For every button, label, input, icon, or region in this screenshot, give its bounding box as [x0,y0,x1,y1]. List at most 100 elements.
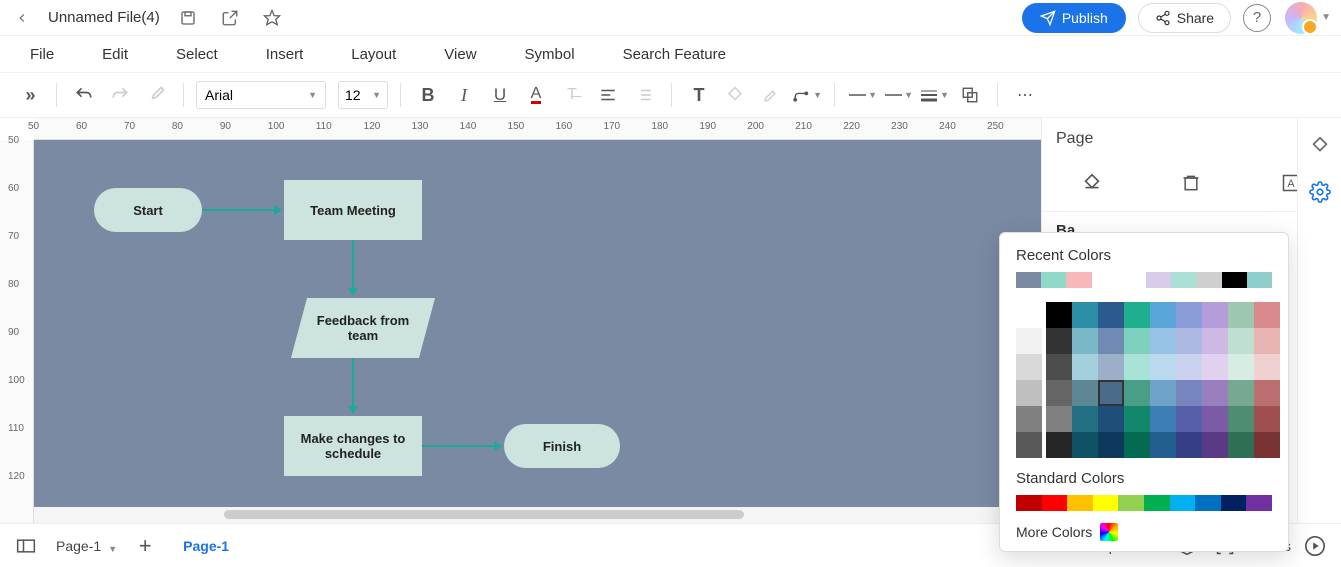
grid-swatch[interactable] [1202,380,1228,406]
menu-search[interactable]: Search Feature [623,46,726,63]
page-tab-active[interactable]: Page-1 [169,538,243,554]
grid-swatch[interactable] [1016,406,1042,432]
menu-insert[interactable]: Insert [266,46,304,63]
grid-swatch[interactable] [1150,302,1176,328]
back-icon[interactable] [10,6,34,30]
shape-fill-icon[interactable] [720,80,750,110]
grid-swatch[interactable] [1228,432,1254,458]
shape-changes[interactable]: Make changes to schedule [284,416,422,476]
position-icon[interactable] [955,80,985,110]
grid-swatch[interactable] [1016,328,1042,354]
grid-swatch[interactable] [1176,302,1202,328]
recent-swatch[interactable] [1247,272,1272,288]
grid-swatch[interactable] [1228,302,1254,328]
standard-swatch[interactable] [1118,495,1144,511]
standard-swatch[interactable] [1170,495,1196,511]
grid-swatch[interactable] [1176,328,1202,354]
menu-select[interactable]: Select [176,46,218,63]
grid-swatch[interactable] [1150,380,1176,406]
recent-swatch[interactable] [1066,272,1091,288]
grid-swatch[interactable] [1046,354,1072,380]
standard-swatch[interactable] [1144,495,1170,511]
star-icon[interactable] [258,4,286,32]
canvas[interactable]: Start Team Meeting Feedback from team Ma… [34,140,1041,507]
list-icon[interactable] [629,80,659,110]
grid-swatch[interactable] [1202,406,1228,432]
grid-swatch[interactable] [1124,354,1150,380]
avatar-caret-icon[interactable]: ▼ [1321,12,1331,23]
publish-button[interactable]: Publish [1022,3,1126,33]
grid-swatch[interactable] [1150,432,1176,458]
grid-swatch[interactable] [1124,380,1150,406]
recent-swatch[interactable] [1016,272,1041,288]
align-icon[interactable] [593,80,623,110]
grid-swatch[interactable] [1072,328,1098,354]
line-weight-icon[interactable]: ▼ [919,80,949,110]
highlight-icon[interactable] [756,80,786,110]
standard-swatch[interactable] [1067,495,1093,511]
more-icon[interactable]: ⋯ [1010,80,1040,110]
grid-swatch[interactable] [1046,432,1072,458]
grid-swatch[interactable] [1254,328,1280,354]
grid-swatch[interactable] [1176,354,1202,380]
horizontal-scrollbar[interactable] [34,507,1041,523]
menu-view[interactable]: View [444,46,476,63]
undo-icon[interactable] [69,80,99,110]
font-color-icon[interactable]: A [521,80,551,110]
recent-swatch[interactable] [1121,272,1146,288]
grid-swatch[interactable] [1150,354,1176,380]
grid-swatch[interactable] [1098,380,1124,406]
add-page-icon[interactable]: + [131,532,159,560]
grid-swatch[interactable] [1124,432,1150,458]
arrow[interactable] [202,209,280,211]
panel-toggle-icon[interactable] [12,532,40,560]
font-select[interactable]: Arial▼ [196,81,326,109]
grid-swatch[interactable] [1150,406,1176,432]
standard-swatch[interactable] [1016,495,1042,511]
arrow[interactable] [352,240,354,294]
fill-tab-icon[interactable] [1078,169,1106,197]
file-name[interactable]: Unnamed File(4) [48,9,160,26]
underline-icon[interactable]: U [485,80,515,110]
arrow[interactable] [352,358,354,412]
menu-file[interactable]: File [30,46,54,63]
avatar[interactable] [1285,2,1317,34]
grid-swatch[interactable] [1254,354,1280,380]
grid-swatch[interactable] [1176,406,1202,432]
menu-layout[interactable]: Layout [351,46,396,63]
expand-toolbar-icon[interactable]: » [14,80,44,110]
grid-swatch[interactable] [1202,302,1228,328]
recent-swatch[interactable] [1196,272,1221,288]
grid-swatch[interactable] [1016,380,1042,406]
grid-swatch[interactable] [1228,354,1254,380]
standard-swatch[interactable] [1093,495,1119,511]
play-icon[interactable] [1301,532,1329,560]
connector-icon[interactable]: ▼ [792,80,822,110]
shape-finish[interactable]: Finish [504,424,620,468]
grid-swatch[interactable] [1072,354,1098,380]
standard-swatch[interactable] [1042,495,1068,511]
bold-icon[interactable]: B [413,80,443,110]
grid-swatch[interactable] [1016,302,1042,328]
redo-icon[interactable] [105,80,135,110]
recent-swatch[interactable] [1171,272,1196,288]
grid-swatch[interactable] [1254,380,1280,406]
menu-edit[interactable]: Edit [102,46,128,63]
rail-theme-icon[interactable] [1306,132,1334,160]
grid-swatch[interactable] [1016,354,1042,380]
standard-swatch[interactable] [1221,495,1247,511]
grid-swatch[interactable] [1254,432,1280,458]
grid-swatch[interactable] [1254,302,1280,328]
grid-swatch[interactable] [1176,432,1202,458]
grid-swatch[interactable] [1098,328,1124,354]
delete-tab-icon[interactable] [1177,169,1205,197]
recent-swatch[interactable] [1041,272,1066,288]
line-style-icon[interactable]: ▼ [847,80,877,110]
grid-swatch[interactable] [1046,302,1072,328]
grid-swatch[interactable] [1228,328,1254,354]
grid-swatch[interactable] [1228,406,1254,432]
grid-swatch[interactable] [1254,406,1280,432]
text-tool-icon[interactable]: T [684,80,714,110]
shape-feedback[interactable]: Feedback from team [291,298,435,358]
shape-start[interactable]: Start [94,188,202,232]
